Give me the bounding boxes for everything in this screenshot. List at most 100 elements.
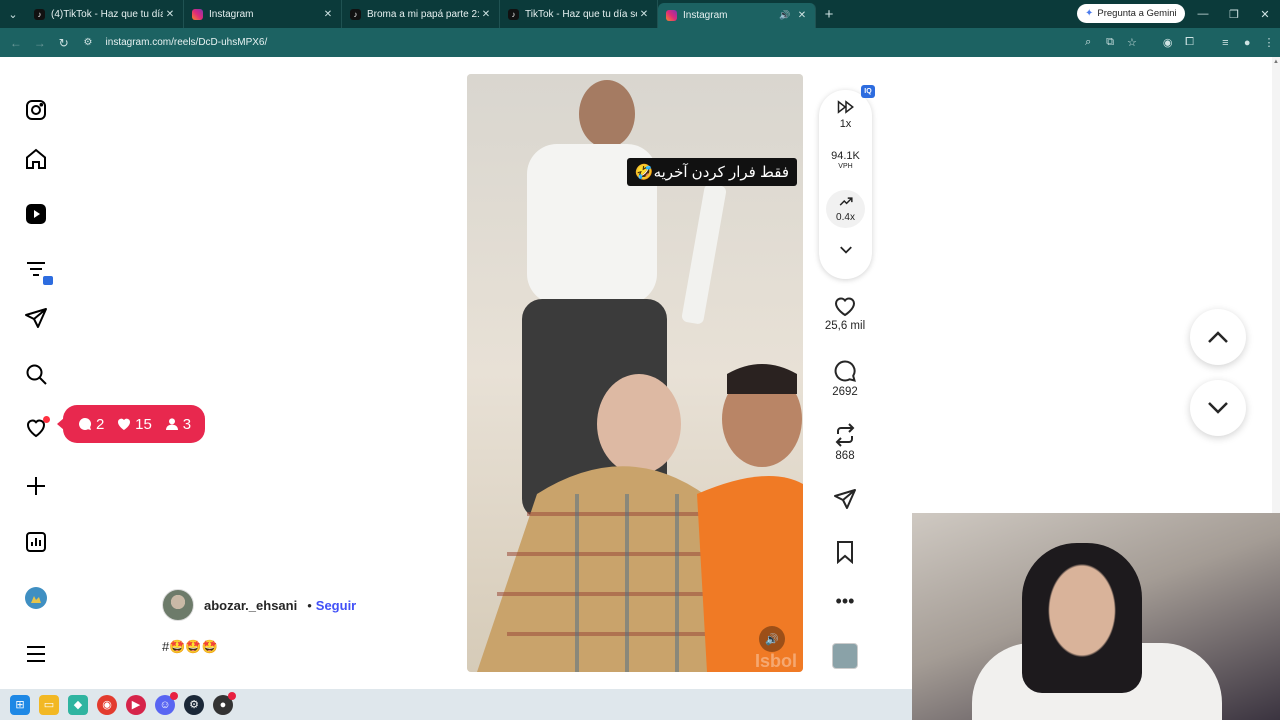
notifications-heart-icon[interactable] [22, 414, 50, 442]
extensions-puzzle-icon[interactable]: ⧠ [1179, 32, 1201, 54]
tab-title: Instagram [209, 8, 254, 20]
tab-4-active[interactable]: Instagram 🔊 ✕ [658, 3, 816, 28]
reload-icon[interactable]: ↻ [52, 31, 76, 55]
zoom-icon[interactable]: ⌕ [1077, 32, 1099, 54]
url-text: instagram.com/reels/DcD-uhsMPX6/ [105, 37, 268, 48]
tab-search-icon[interactable]: ⌄ [0, 0, 26, 28]
speed-value: 1x [839, 118, 852, 130]
window-close-icon[interactable]: ✕ [1249, 0, 1280, 28]
app-diamond-icon[interactable]: ◆ [68, 694, 88, 715]
profile-avatar-icon[interactable]: ● [1236, 32, 1258, 54]
media-player-icon[interactable]: ▶ [126, 694, 146, 715]
chevron-down-icon[interactable] [819, 242, 872, 260]
vph-value: 94.1K [831, 150, 860, 162]
instagram-logo-icon[interactable] [22, 96, 50, 124]
chevron-up-icon [1208, 331, 1228, 343]
like-button[interactable]: 25,6 mil [820, 295, 870, 332]
bookmark-star-icon[interactable]: ☆ [1121, 32, 1143, 54]
profile-avatar[interactable] [22, 584, 50, 612]
likes-count: 15 [116, 416, 152, 433]
comments-count: 2 [77, 416, 104, 433]
install-app-icon[interactable]: ⧉ [1099, 32, 1121, 54]
site-info-icon[interactable]: ⚙ [84, 37, 100, 48]
tab-2[interactable]: ♪ Broma a mi papá parte 2: reac ✕ [342, 0, 500, 28]
separator-dot: • [307, 597, 312, 613]
follow-button[interactable]: Seguir [316, 598, 356, 613]
gemini-button[interactable]: ✦ Pregunta a Gemini [1077, 4, 1185, 23]
tab-title: Instagram [683, 10, 728, 21]
comment-button[interactable]: 2692 [820, 359, 870, 398]
close-icon[interactable]: ✕ [479, 9, 493, 20]
volume-icon[interactable]: 🔊 [759, 626, 785, 652]
notification-dot [43, 416, 50, 423]
obs-icon[interactable]: ● [213, 691, 236, 715]
more-options-icon[interactable]: ••• [820, 592, 870, 610]
original-audio-thumbnail[interactable] [832, 643, 858, 669]
comment-icon [78, 417, 91, 430]
tab-3[interactable]: ♪ TikTok - Haz que tu día sea esp ✕ [500, 0, 658, 28]
discord-icon[interactable]: ☺ [155, 691, 178, 715]
share-button[interactable] [820, 488, 870, 510]
forward-icon[interactable]: → [28, 31, 52, 55]
sidebar [0, 57, 72, 689]
heart-icon [118, 418, 131, 430]
tiktok-icon: ♪ [508, 8, 519, 20]
webcam-overlay [912, 513, 1280, 720]
reel-video[interactable]: فقط فرار کردن آخریه🤣 Isbol 🔊 [467, 74, 803, 672]
new-tab-button[interactable]: + [816, 6, 842, 23]
minimize-icon[interactable]: — [1187, 0, 1219, 28]
extension-iq-icon[interactable]: ◉ [1157, 32, 1179, 54]
webcam-person-face [1022, 543, 1142, 693]
restore-icon[interactable]: ❐ [1218, 0, 1250, 28]
like-count: 25,6 mil [824, 320, 866, 332]
windows-start-icon[interactable]: ⊞ [10, 694, 30, 715]
trend-button[interactable]: 0.4x [826, 190, 865, 228]
vph-label: VPH [838, 163, 853, 170]
tab-1[interactable]: Instagram ✕ [184, 0, 342, 28]
tab-title: TikTok - Haz que tu día sea esp [525, 8, 637, 20]
followers-count: 3 [164, 416, 191, 433]
close-icon[interactable]: ✕ [795, 10, 809, 21]
author-avatar[interactable] [162, 589, 194, 621]
close-icon[interactable]: ✕ [637, 9, 651, 20]
toolbar: ← → ↻ ⚙ instagram.com/reels/DcD-uhsMPX6/… [0, 28, 1280, 57]
save-button[interactable] [820, 540, 870, 564]
send-icon [834, 489, 856, 509]
iq-badge-icon [43, 276, 53, 285]
file-explorer-icon[interactable]: ▭ [39, 694, 59, 715]
video-watermark: Isbol [754, 651, 797, 671]
speaker-icon[interactable]: 🔊 [779, 10, 791, 21]
video-overlay-caption: فقط فرار کردن آخریه🤣 [626, 158, 797, 186]
iq-extension-badge[interactable]: IQ [861, 85, 875, 98]
dashboard-chart-icon[interactable] [22, 528, 50, 556]
create-plus-icon[interactable] [22, 472, 50, 500]
chrome-icon[interactable]: ◉ [97, 694, 117, 715]
post-caption: #🤩🤩🤩 [162, 639, 218, 654]
back-icon[interactable]: ← [4, 31, 28, 55]
heart-icon [834, 297, 856, 317]
feed-filter-icon[interactable] [22, 255, 53, 285]
repost-button[interactable]: 868 [820, 423, 870, 462]
activity-summary-popover[interactable]: 2 15 3 [57, 405, 205, 443]
search-icon[interactable] [22, 360, 50, 388]
address-bar[interactable]: ⚙ instagram.com/reels/DcD-uhsMPX6/ [84, 32, 1078, 54]
steam-icon[interactable]: ⚙ [184, 694, 204, 715]
messages-send-icon[interactable] [22, 304, 50, 332]
previous-reel-button[interactable] [1190, 309, 1246, 365]
trend-value: 0.4x [836, 212, 855, 223]
reels-icon[interactable] [22, 200, 50, 228]
home-icon[interactable] [22, 145, 50, 173]
chevron-down-icon [1208, 402, 1228, 414]
tab-title: (4)TikTok - Haz que tu día sea e [51, 8, 163, 20]
menu-dots-icon[interactable]: ⋮ [1258, 32, 1280, 54]
fast-forward-icon[interactable] [819, 100, 872, 119]
close-icon[interactable]: ✕ [321, 9, 335, 20]
tab-0[interactable]: ♪ (4)TikTok - Haz que tu día sea e ✕ [26, 0, 184, 28]
tab-title: Broma a mi papá parte 2: reac [367, 8, 479, 20]
close-icon[interactable]: ✕ [163, 9, 177, 20]
media-control-icon[interactable]: ≡ [1214, 32, 1236, 54]
author-username[interactable]: abozar._ehsani [204, 598, 297, 613]
next-reel-button[interactable] [1190, 380, 1246, 436]
more-menu-icon[interactable] [22, 640, 50, 668]
tiktok-icon: ♪ [34, 8, 45, 20]
